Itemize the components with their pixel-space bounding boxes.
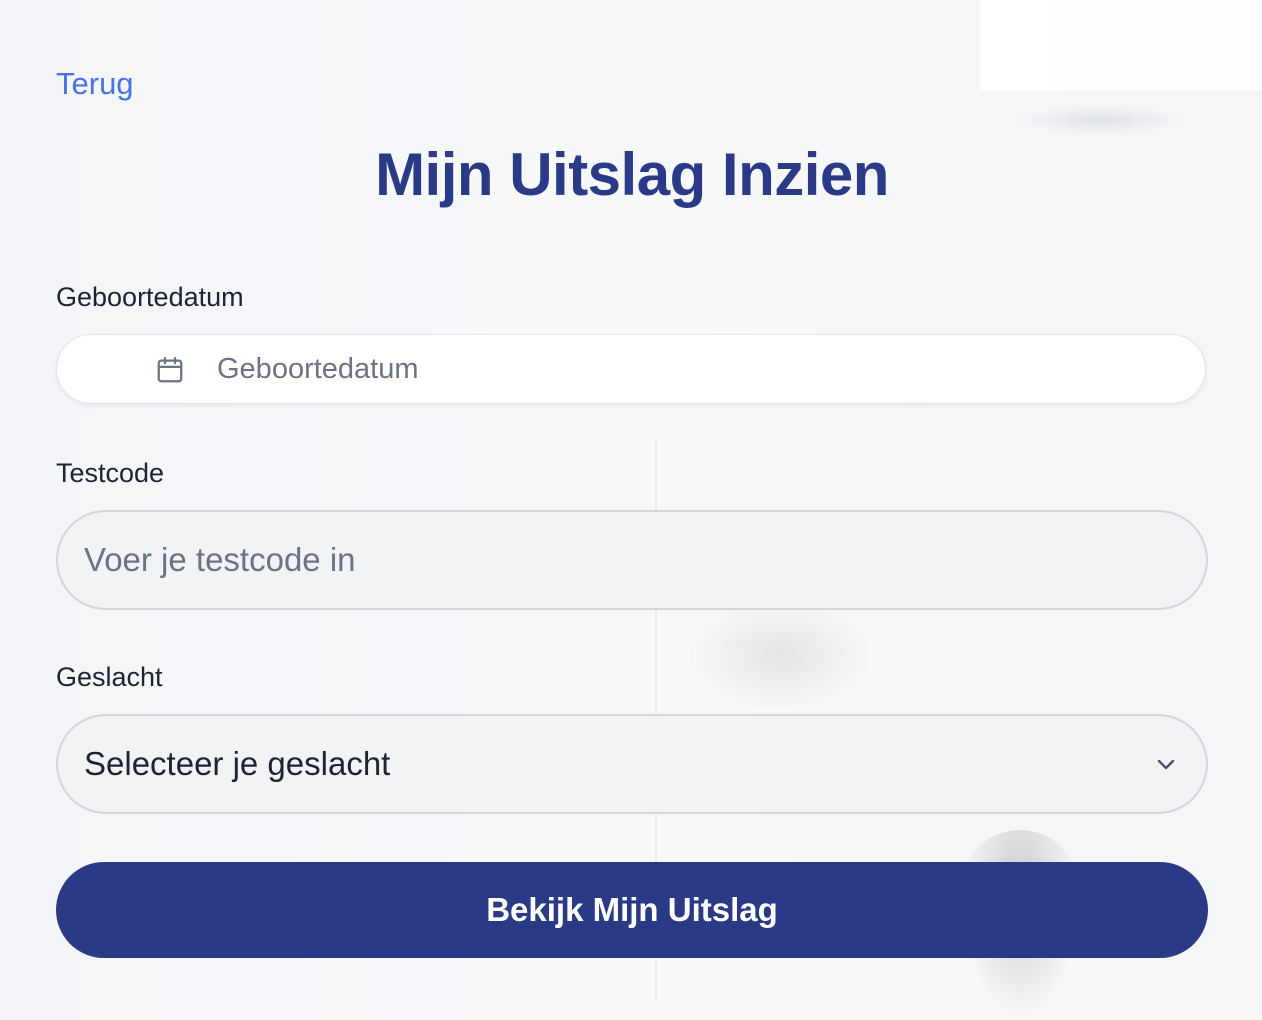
testcode-label: Testcode — [56, 458, 165, 488]
gender-label: Geslacht — [56, 662, 163, 692]
background-blur — [690, 600, 870, 710]
submit-button[interactable]: Bekijk Mijn Uitslag — [56, 862, 1208, 958]
gender-select[interactable]: Selecteer je geslacht — [56, 714, 1208, 814]
gender-select-value: Selecteer je geslacht — [84, 745, 391, 782]
birthdate-label: Geboortedatum — [56, 282, 244, 312]
back-link[interactable]: Terug — [56, 66, 134, 102]
testcode-input[interactable] — [56, 510, 1208, 610]
birthdate-input[interactable] — [217, 335, 1117, 403]
calendar-icon[interactable] — [155, 355, 185, 385]
background-ceiling-panel — [980, 0, 1262, 90]
chevron-down-icon — [1152, 752, 1180, 776]
page-title: Mijn Uitslag Inzien — [375, 141, 889, 208]
birthdate-field[interactable] — [56, 334, 1206, 404]
background-vent — [1010, 105, 1190, 135]
